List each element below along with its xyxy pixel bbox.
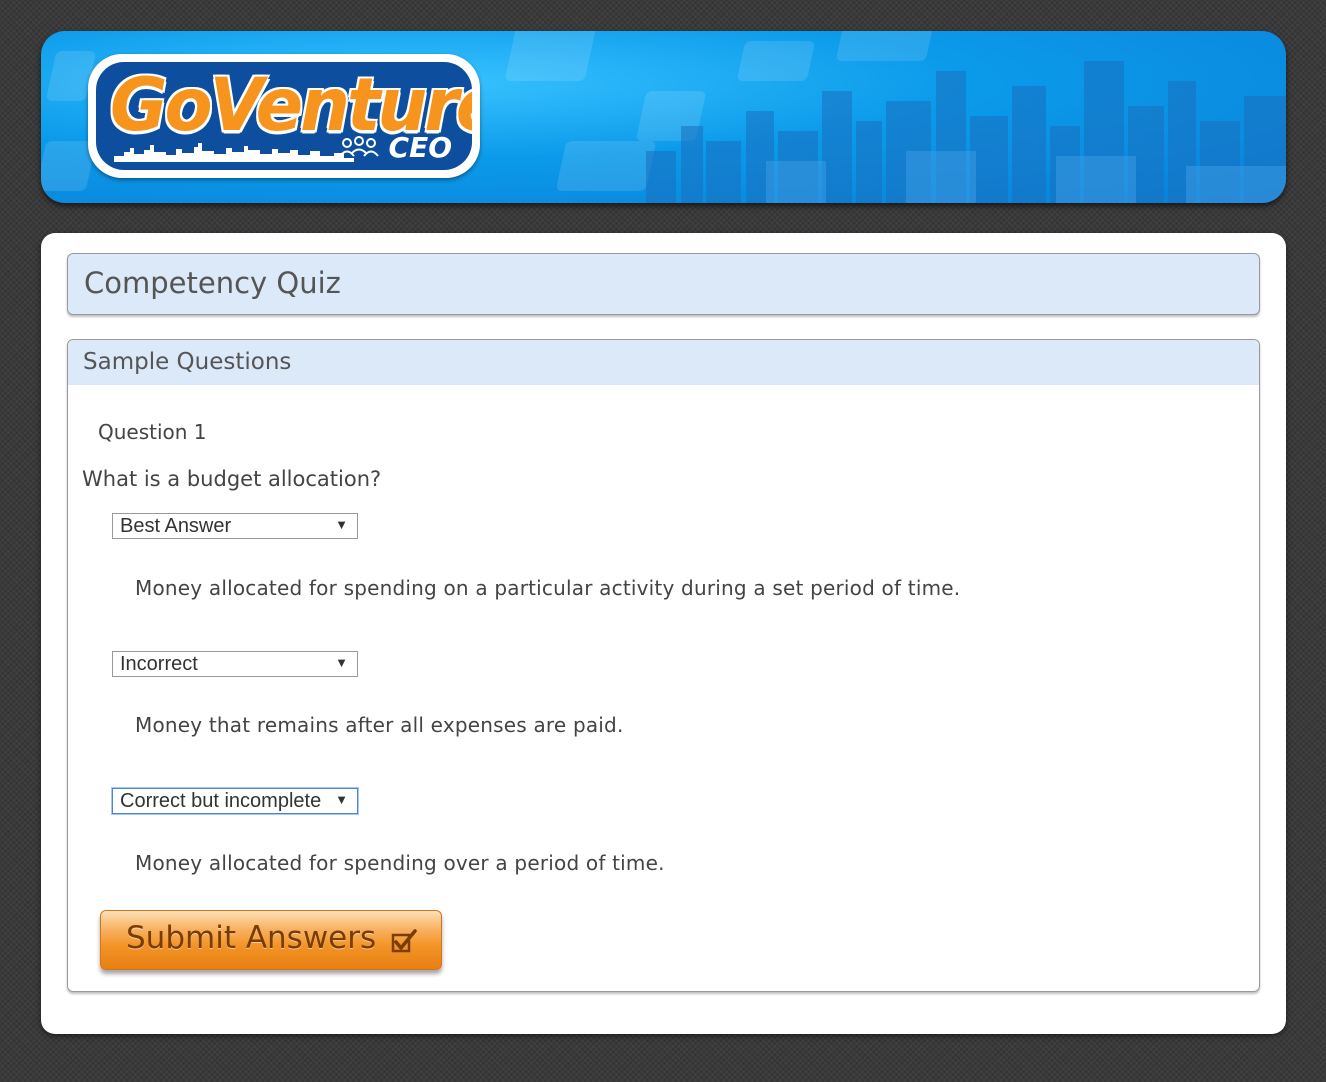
header-banner: GoVenture CEO	[41, 31, 1286, 203]
answer-3-rating-select[interactable]: Correct but incomplete ▼	[112, 788, 358, 814]
people-icon	[339, 136, 379, 157]
answer-1-text: Money allocated for spending on a partic…	[135, 576, 961, 600]
goventure-ceo-logo: GoVenture CEO	[88, 54, 480, 178]
city-skyline	[646, 61, 1286, 203]
main-panel: Competency Quiz Sample Questions Questio…	[41, 233, 1286, 1034]
answer-3-text: Money allocated for spending over a peri…	[135, 851, 665, 875]
section-header: Sample Questions	[68, 340, 1259, 385]
banner-decoration	[504, 31, 598, 81]
logo-skyline-icon	[114, 143, 354, 162]
select-value: Incorrect	[120, 653, 198, 675]
checkbox-check-icon	[391, 929, 417, 953]
dropdown-arrow-icon: ▼	[335, 792, 348, 807]
submit-answers-button[interactable]: Submit Answers	[100, 910, 442, 970]
sample-questions-panel: Sample Questions Question 1 What is a bu…	[67, 339, 1260, 992]
dropdown-arrow-icon: ▼	[335, 517, 348, 532]
quiz-title-bar: Competency Quiz	[67, 253, 1260, 315]
select-value: Correct but incomplete	[120, 790, 322, 812]
question-number: Question 1	[98, 420, 207, 444]
select-value: Best Answer	[120, 515, 232, 537]
answer-2-rating-select[interactable]: Incorrect ▼	[112, 651, 358, 677]
dropdown-arrow-icon: ▼	[335, 655, 348, 670]
logo-edition: CEO	[388, 131, 452, 164]
question-text: What is a budget allocation?	[82, 467, 382, 491]
section-title: Sample Questions	[83, 349, 292, 375]
page-title: Competency Quiz	[84, 266, 341, 300]
answer-1-rating-select[interactable]: Best Answer ▼	[112, 513, 358, 539]
answer-2-text: Money that remains after all expenses ar…	[135, 713, 624, 737]
submit-label: Submit Answers	[126, 920, 377, 956]
